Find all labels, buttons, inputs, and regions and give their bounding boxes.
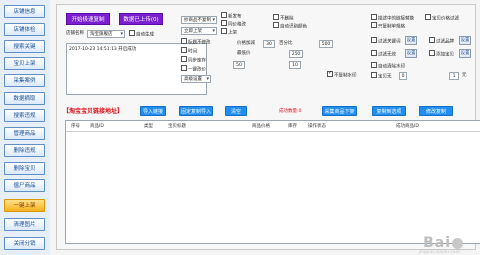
- new-title-label: 新发布: [228, 14, 242, 20]
- shelf-label: 上架: [228, 30, 237, 36]
- paw-icon: [452, 237, 463, 249]
- keep-title-label: 标题不修改: [188, 40, 211, 46]
- sidebar-item-cases[interactable]: 采集案例: [4, 74, 45, 87]
- sidebar-item-close-distribution[interactable]: 关闭分销: [4, 237, 45, 250]
- filter-brand-checkbox[interactable]: 过滤品牌: [429, 37, 454, 46]
- filter-keyword-settings-button[interactable]: 设置: [405, 36, 417, 45]
- sidebar-item-delete-violations[interactable]: 删除违规: [4, 144, 45, 157]
- sidebar-item-zombie[interactable]: 僵尸商品: [4, 179, 45, 192]
- no-item-checkbox[interactable]: 宝贝无: [371, 72, 392, 81]
- auto-clear-watermark-checkbox[interactable]: 自动清除水印: [371, 62, 405, 71]
- auto-clear-watermark-label: 自动清除水印: [378, 64, 405, 70]
- start-copy-button[interactable]: 开始极速复制: [66, 13, 110, 25]
- sidebar-item-listing[interactable]: 宝贝上架: [4, 57, 45, 70]
- col-title: 宝贝标题: [168, 124, 186, 129]
- baidu-watermark-url: jingyan.baidu.com: [418, 250, 460, 255]
- col-index: 序号: [71, 124, 80, 129]
- sidebar: 店铺信息 店铺体检 搜索关键 宝贝上架 采集案例 数据摘取 搜索违规 管理商品 …: [0, 0, 50, 255]
- price-min-label: 最低价: [237, 51, 251, 56]
- col-item-id: 商品ID: [90, 124, 104, 129]
- no-delete-label: 不删除: [280, 16, 294, 22]
- yuan-input[interactable]: 1: [449, 72, 459, 80]
- price-filter-checkbox[interactable]: 宝贝价格过滤: [425, 14, 459, 23]
- baidu-watermark: Bai: [423, 235, 464, 251]
- price-min-input[interactable]: 250: [289, 50, 303, 58]
- time-checkbox[interactable]: 时间: [181, 47, 197, 56]
- modify-copy-button[interactable]: 修改复制: [419, 106, 453, 116]
- filter-keyword-checkbox[interactable]: 过滤关键词: [371, 37, 401, 46]
- clear-button[interactable]: 清空: [225, 106, 247, 116]
- filter-brand-label: 过滤品牌: [436, 39, 454, 45]
- col-stock: 库存: [288, 124, 297, 129]
- add-item-label: 添加宝贝: [436, 52, 454, 58]
- auto-generate-label: 自动生成: [136, 32, 154, 38]
- sidebar-item-shop-info[interactable]: 店铺信息: [4, 5, 45, 18]
- price-same-label: 同价格改: [228, 22, 246, 28]
- keep-title-checkbox[interactable]: 标题不修改: [181, 38, 211, 47]
- price-pct-input[interactable]: 500: [319, 40, 333, 48]
- price-pct-label: 百分比: [279, 41, 293, 46]
- upload-count-button[interactable]: 数据已上传(0): [119, 13, 163, 25]
- sidebar-item-manage[interactable]: 管理商品: [4, 127, 45, 140]
- filter-brand-settings-button[interactable]: 设置: [459, 36, 471, 45]
- extra-label: 不复制水印: [334, 73, 357, 79]
- col-status: 操作状态: [308, 124, 326, 129]
- price-add-input[interactable]: 30: [263, 40, 275, 48]
- replace-link-checkbox[interactable]: 描述中的链接替换: [371, 14, 414, 23]
- auto-generate-checkbox[interactable]: 自动生成: [129, 30, 154, 39]
- auto-slice-checkbox[interactable]: 自动识别颜色: [273, 22, 307, 31]
- col-type: 类型: [144, 124, 153, 129]
- import-links-button[interactable]: 导入链接: [140, 106, 166, 116]
- col-price: 商品价格: [252, 124, 270, 129]
- main-panel: 开始极速复制 数据已上传(0) 店铺名称 淘宝旗舰店 自动生成 2017-10-…: [56, 4, 480, 250]
- auto-slice-label: 自动识别颜色: [280, 24, 307, 30]
- add-item-settings-button[interactable]: 设置: [459, 49, 471, 58]
- col-success-id: 成功商品ID: [396, 124, 419, 129]
- single-spec-checkbox[interactable]: 只复制单规格: [371, 22, 405, 31]
- price-filter-label: 宝贝价格过滤: [432, 16, 459, 22]
- results-table[interactable]: 序号 商品ID 类型 宝贝标题 商品价格 库存 操作状态 成功商品ID: [65, 120, 480, 244]
- link-address-title: 【淘宝宝贝链接地址】: [63, 108, 124, 115]
- filter-keyword-label: 过滤关键词: [378, 39, 401, 45]
- single-spec-label: 只复制单规格: [378, 24, 405, 30]
- one-key-price-label: 一键改价: [188, 67, 206, 73]
- price-add-label: 价格加减: [237, 41, 255, 46]
- copy-to-option-button[interactable]: 复制到选项: [372, 106, 406, 116]
- price-max-input[interactable]: 50: [233, 61, 245, 69]
- log-text: 2017-10-23 14:51:13 开启成功: [69, 47, 137, 52]
- shop-label: 店铺名称: [66, 31, 84, 36]
- filter-invalid-settings-button[interactable]: 设置: [405, 49, 417, 58]
- sidebar-item-data[interactable]: 数据摘取: [4, 92, 45, 105]
- count-input[interactable]: 0: [399, 72, 407, 80]
- success-count: 成功数量:0: [279, 109, 302, 114]
- sidebar-item-clean-images[interactable]: 清理图片: [4, 218, 45, 231]
- shelf-checkbox[interactable]: 上架: [221, 28, 237, 37]
- table-header-divider: [66, 131, 480, 132]
- one-key-price-checkbox[interactable]: 一键改价: [181, 65, 206, 74]
- sidebar-item-shop-check[interactable]: 店铺体检: [4, 23, 45, 36]
- replace-link-label: 描述中的链接替换: [378, 16, 414, 22]
- sync-stock-checkbox[interactable]: 同步库存: [181, 56, 206, 65]
- no-item-label: 宝贝无: [378, 74, 392, 80]
- sidebar-item-delete-items[interactable]: 删除宝贝: [4, 162, 45, 175]
- filter-invalid-label: 过滤无效: [378, 52, 396, 58]
- stock-select[interactable]: 立即上架: [181, 27, 217, 35]
- add-item-checkbox[interactable]: 添加宝贝: [429, 50, 454, 59]
- sidebar-item-one-key-listing[interactable]: 一键上架: [4, 199, 45, 212]
- yuan-label: 元: [462, 73, 467, 78]
- sync-stock-label: 同步库存: [188, 58, 206, 64]
- fixed-copy-import-button[interactable]: 固定复制导入: [179, 106, 213, 116]
- sidebar-item-search-keyword[interactable]: 搜索关键: [4, 40, 45, 53]
- extra-checkbox[interactable]: 不复制水印: [327, 70, 357, 80]
- sidebar-item-violations[interactable]: 搜索违规: [4, 109, 45, 122]
- shop-select[interactable]: 淘宝旗舰店: [87, 30, 125, 38]
- collect-unlist-button[interactable]: 采集商品下架: [322, 106, 357, 116]
- advanced-select[interactable]: 高级设置: [181, 75, 211, 83]
- max-price-input[interactable]: 10: [289, 61, 301, 69]
- filter-invalid-checkbox[interactable]: 过滤无效: [371, 50, 396, 59]
- time-label: 时间: [188, 49, 197, 55]
- copy-mode-select[interactable]: 抄商品不复制: [181, 16, 217, 24]
